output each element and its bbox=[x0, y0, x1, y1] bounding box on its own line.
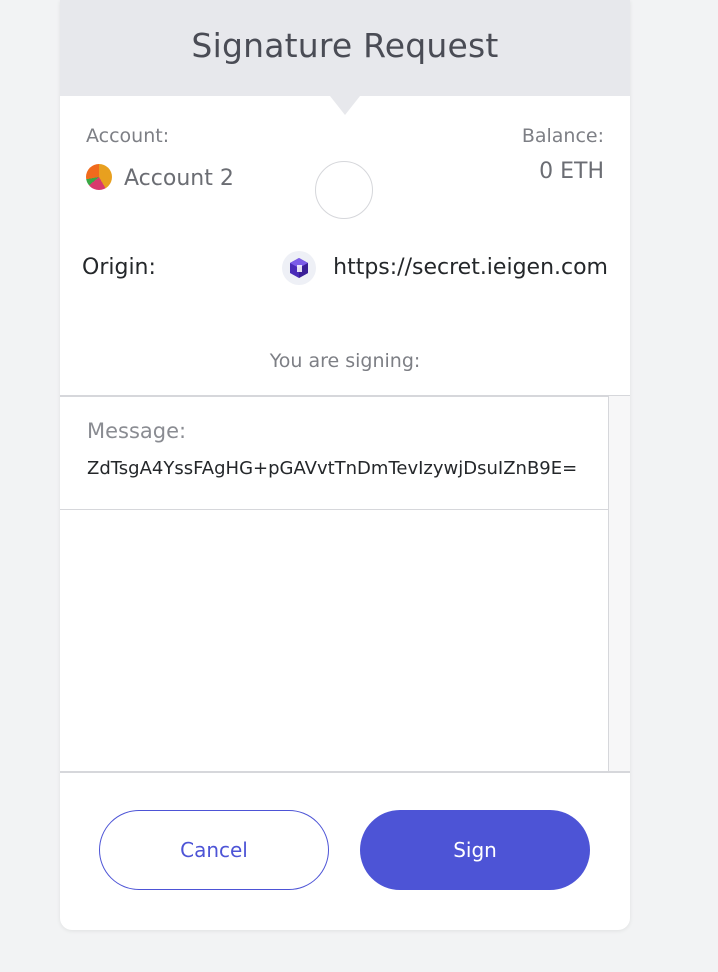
scrollbar[interactable] bbox=[608, 396, 630, 771]
identicon-placeholder bbox=[315, 161, 373, 219]
account-name: Account 2 bbox=[124, 166, 234, 191]
divider bbox=[60, 771, 630, 773]
header-caret bbox=[330, 96, 360, 115]
cube-logo-icon bbox=[290, 258, 308, 278]
dialog-header: Signature Request bbox=[60, 0, 630, 96]
site-favicon-icon bbox=[282, 251, 316, 285]
message-block: Message: ZdTsgA4YssFAgHG+pGAVvtTnDmTevIz… bbox=[60, 396, 608, 510]
page-title: Signature Request bbox=[191, 26, 499, 65]
signature-request-dialog: Signature Request Account: Balance: Acco… bbox=[60, 0, 630, 930]
message-label: Message: bbox=[87, 419, 187, 443]
balance-label: Balance: bbox=[521, 125, 604, 147]
account-label: Account: bbox=[86, 125, 170, 147]
sign-button[interactable]: Sign bbox=[360, 810, 590, 890]
account-avatar-icon bbox=[86, 164, 112, 190]
message-scroll-area[interactable]: Message: ZdTsgA4YssFAgHG+pGAVvtTnDmTevIz… bbox=[60, 396, 630, 771]
origin-label: Origin: bbox=[82, 255, 156, 280]
signing-label: You are signing: bbox=[269, 350, 421, 372]
cancel-button[interactable]: Cancel bbox=[99, 810, 329, 890]
balance-value: 0 ETH bbox=[539, 159, 604, 184]
origin-url: https://secret.ieigen.com bbox=[333, 255, 608, 280]
message-text: ZdTsgA4YssFAgHG+pGAVvtTnDmTevIzywjDsuIZn… bbox=[87, 458, 578, 479]
